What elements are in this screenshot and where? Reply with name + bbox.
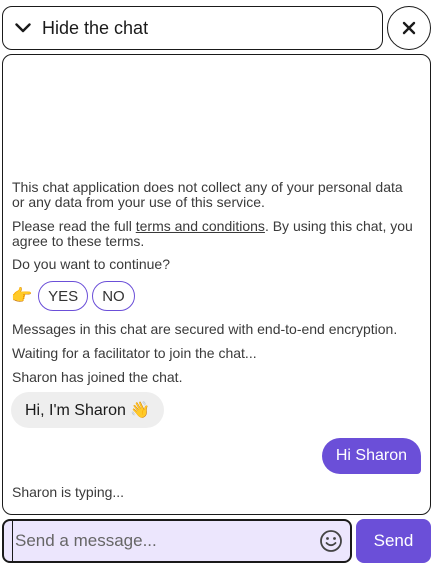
- terms-prefix: Please read the full: [12, 218, 136, 234]
- joined-notice: Sharon has joined the chat.: [12, 369, 183, 385]
- typing-indicator: Sharon is typing...: [12, 484, 125, 500]
- chat-header: Hide the chat: [2, 6, 432, 52]
- no-button[interactable]: NO: [92, 281, 135, 311]
- continue-choices: 👉 YES NO: [11, 281, 139, 311]
- encryption-notice: Messages in this chat are secured with e…: [12, 321, 398, 337]
- message-composer: Send: [2, 519, 432, 564]
- terms-link[interactable]: terms and conditions: [136, 218, 265, 234]
- pointing-hand-icon: 👉: [11, 286, 33, 305]
- outgoing-message-bubble: Hi Sharon: [321, 438, 421, 474]
- hide-chat-label: Hide the chat: [42, 17, 149, 38]
- incoming-message-text: Hi, I'm Sharon 👋: [25, 402, 151, 419]
- waiting-notice: Waiting for a facilitator to join the ch…: [12, 345, 257, 361]
- close-chat-button[interactable]: [387, 6, 431, 50]
- send-button[interactable]: Send: [356, 519, 431, 563]
- incoming-message-bubble: Hi, I'm Sharon 👋: [11, 392, 165, 428]
- chevron-down-icon: [12, 17, 34, 39]
- chat-messages-panel[interactable]: This chat application does not collect a…: [2, 54, 431, 515]
- close-icon: [402, 21, 416, 35]
- smiley-icon[interactable]: [318, 528, 344, 554]
- outgoing-message-text: Hi Sharon: [335, 447, 407, 464]
- message-input[interactable]: [12, 521, 318, 561]
- message-input-wrapper: [2, 519, 352, 563]
- continue-question: Do you want to continue?: [12, 256, 170, 272]
- terms-notice: Please read the full terms and condition…: [12, 219, 417, 249]
- hide-chat-button[interactable]: Hide the chat: [2, 6, 383, 50]
- yes-button[interactable]: YES: [38, 281, 89, 311]
- privacy-notice: This chat application does not collect a…: [12, 179, 403, 210]
